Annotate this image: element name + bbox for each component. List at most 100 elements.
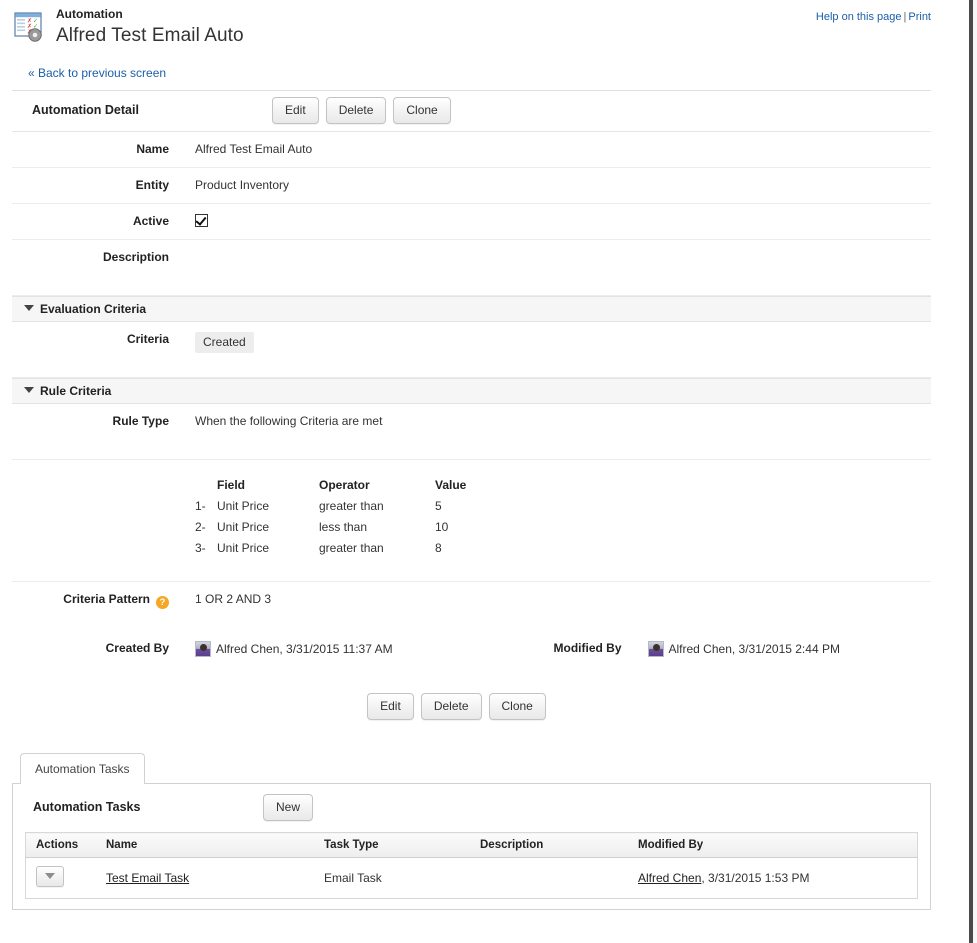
field-row-rule-type: Rule Type When the following Criteria ar… — [12, 404, 931, 460]
modified-by-value: Alfred Chen, 3/31/2015 2:44 PM — [668, 642, 840, 656]
collapse-triangle-icon-rule[interactable] — [24, 387, 34, 393]
created-by-block: Created By Alfred Chen, 3/31/2015 11:37 … — [12, 641, 472, 657]
criteria-pattern-value: 1 OR 2 AND 3 — [195, 592, 272, 606]
edit-button-bottom[interactable]: Edit — [367, 693, 414, 720]
table-header-row: Actions Name Task Type Description Modif… — [25, 832, 918, 858]
criteria-row-field: Unit Price — [217, 499, 270, 513]
criteria-row-field: Unit Price — [217, 520, 270, 534]
new-button[interactable]: New — [263, 794, 314, 821]
back-to-previous-screen-link[interactable]: « Back to previous screen — [28, 66, 166, 80]
delete-button-bottom[interactable]: Delete — [420, 693, 482, 720]
row-actions-cell — [25, 857, 96, 899]
criteria-row-operator: less than — [319, 520, 368, 534]
criteria-row: 2- Unit Price less than 10 — [195, 517, 495, 538]
criteria-row-field: Unit Price — [217, 541, 270, 555]
criteria-row-index: 1- — [195, 499, 206, 513]
edit-button-top[interactable]: Edit — [272, 97, 319, 124]
print-link[interactable]: Print — [908, 11, 931, 23]
audit-row: Created By Alfred Chen, 3/31/2015 11:37 … — [12, 619, 931, 679]
criteria-row-value: 5 — [435, 499, 442, 513]
created-by-value: Alfred Chen, 3/31/2015 11:37 AM — [216, 642, 393, 656]
criteria-row-operator: greater than — [319, 541, 384, 555]
detail-top-button-group: Edit Delete Clone — [272, 97, 451, 124]
field-row-description: Description — [12, 240, 931, 296]
title-block: Automation Alfred Test Email Auto — [56, 7, 244, 47]
criteria-row-index: 2- — [195, 520, 206, 534]
entity-label: Entity — [135, 178, 169, 192]
criteria-index-header — [195, 478, 217, 496]
criteria-row: 3- Unit Price greater than 8 — [195, 538, 495, 559]
criteria-row-index: 3- — [195, 541, 206, 555]
row-task-type-cell: Email Task — [314, 857, 470, 899]
collapse-triangle-icon-evaluation[interactable] — [24, 305, 34, 311]
row-modified-by-cell: Alfred Chen, 3/31/2015 1:53 PM — [628, 857, 918, 899]
detail-panel-header: Automation Detail Edit Delete Clone — [12, 91, 931, 132]
rule-criteria-title: Rule Criteria — [40, 384, 112, 398]
rule-criteria-table: Field Operator Value 1- Unit Price great… — [195, 478, 495, 559]
criteria-value-header: Value — [435, 478, 467, 492]
delete-button-top[interactable]: Delete — [325, 97, 387, 124]
header-links: Help on this page | Print — [816, 11, 931, 23]
criteria-field-header: Field — [217, 478, 246, 492]
field-row-name: Name Alfred Test Email Auto — [12, 132, 931, 168]
name-value: Alfred Test Email Auto — [195, 142, 313, 156]
page-header: ✗ ✓ ✗ ✓ ✗ ✓ Automation Alfred Test Email… — [0, 0, 952, 66]
detail-bottom-button-group: Edit Delete Clone — [0, 679, 931, 738]
chevron-down-icon[interactable] — [36, 866, 64, 887]
detail-panel-title: Automation Detail — [32, 103, 139, 117]
created-by-value-wrap: Alfred Chen, 3/31/2015 11:37 AM — [169, 641, 472, 657]
related-list-box: Automation Tasks New Actions Name Task T… — [12, 783, 931, 910]
name-label: Name — [136, 142, 169, 156]
criteria-pattern-label: Criteria Pattern — [63, 592, 150, 606]
clone-button-bottom[interactable]: Clone — [488, 693, 546, 720]
criteria-value: Created — [195, 332, 254, 353]
modified-by-timestamp: , 3/31/2015 1:53 PM — [701, 871, 810, 885]
field-row-criteria-pattern: Criteria Pattern? 1 OR 2 AND 3 — [12, 582, 931, 619]
help-question-icon[interactable]: ? — [156, 596, 169, 609]
related-list-button-group: New — [263, 794, 314, 821]
task-name-link[interactable]: Test Email Task — [106, 871, 189, 885]
column-header-task-type: Task Type — [314, 832, 470, 858]
related-list-title: Automation Tasks — [33, 800, 141, 814]
tab-automation-tasks[interactable]: Automation Tasks — [20, 753, 145, 784]
rule-criteria-table-block: Field Operator Value 1- Unit Price great… — [12, 460, 931, 582]
criteria-label: Criteria — [126, 332, 169, 346]
modified-by-user-link[interactable]: Alfred Chen — [638, 871, 701, 885]
automation-detail-panel: Automation Detail Edit Delete Clone Name… — [12, 90, 931, 738]
criteria-operator-header: Operator — [319, 478, 370, 492]
field-row-active: Active — [12, 204, 931, 240]
help-on-this-page-link[interactable]: Help on this page — [816, 11, 902, 23]
avatar-created-by — [195, 641, 211, 657]
avatar-modified-by — [647, 641, 664, 657]
column-header-name: Name — [96, 832, 314, 858]
clone-button-top[interactable]: Clone — [393, 97, 451, 124]
modified-by-block: Modified By Alfred Chen, 3/31/2015 2:44 … — [472, 641, 932, 657]
page-title: Alfred Test Email Auto — [56, 25, 244, 46]
rule-type-label: Rule Type — [112, 414, 169, 428]
active-checkbox-checked-icon — [195, 214, 208, 227]
criteria-row-value: 10 — [435, 520, 449, 534]
section-header-evaluation-criteria[interactable]: Evaluation Criteria — [12, 296, 931, 322]
column-header-description: Description — [470, 832, 628, 858]
page-inner: ✗ ✓ ✗ ✓ ✗ ✓ Automation Alfred Test Email… — [0, 0, 952, 943]
row-name-cell: Test Email Task — [96, 857, 314, 899]
row-description-cell — [470, 857, 628, 899]
column-header-modified-by: Modified By — [628, 832, 918, 858]
object-type-label: Automation — [56, 7, 123, 21]
section-header-rule-criteria[interactable]: Rule Criteria — [12, 378, 931, 404]
related-list-header: Automation Tasks New — [13, 784, 930, 832]
criteria-row-value: 8 — [435, 541, 442, 555]
criteria-header-row: Field Operator Value — [195, 478, 495, 496]
active-label: Active — [132, 214, 169, 228]
page-container: ✗ ✓ ✗ ✓ ✗ ✓ Automation Alfred Test Email… — [0, 0, 973, 943]
criteria-pattern-label-wrap: Criteria Pattern? — [12, 592, 169, 609]
entity-value: Product Inventory — [195, 178, 290, 192]
active-value — [169, 214, 931, 229]
related-list-section: Automation Tasks Automation Tasks New Ac… — [12, 752, 931, 910]
back-link-row: « Back to previous screen — [0, 66, 952, 90]
related-tabs: Automation Tasks — [12, 752, 931, 784]
created-by-label: Created By — [105, 641, 169, 655]
evaluation-criteria-title: Evaluation Criteria — [40, 302, 147, 316]
modified-by-label: Modified By — [553, 641, 622, 655]
field-row-entity: Entity Product Inventory — [12, 168, 931, 204]
